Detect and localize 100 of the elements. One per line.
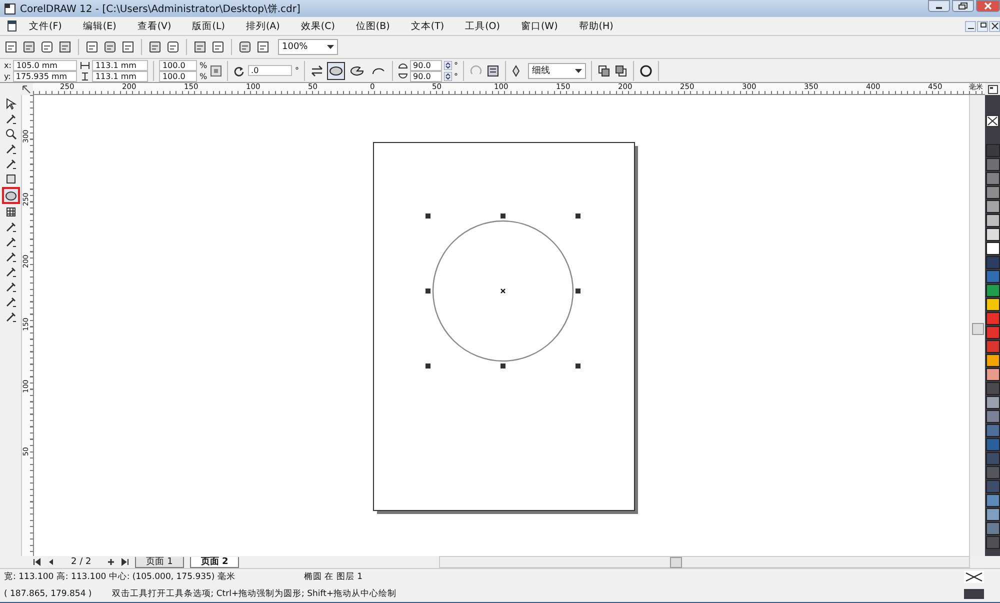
close-button[interactable] <box>989 20 1000 32</box>
color-swatch[interactable] <box>986 200 1000 213</box>
start-angle-icon <box>398 60 408 70</box>
no-outline-icon <box>964 571 984 584</box>
zoom-dropdown[interactable]: 100% <box>278 39 338 55</box>
color-swatch[interactable] <box>986 340 1000 353</box>
color-swatch[interactable] <box>986 326 1000 339</box>
close-icon <box>990 22 998 30</box>
menu-item[interactable]: 查看(V) <box>126 20 182 32</box>
color-swatch[interactable] <box>986 172 1000 185</box>
width-field[interactable]: 113.1 mm <box>92 60 148 70</box>
x-position-field[interactable]: 105.0 mm <box>13 60 78 70</box>
color-swatch[interactable] <box>986 242 1000 255</box>
caret-icon <box>327 45 334 49</box>
spinner-icon[interactable] <box>444 60 452 70</box>
menu-item[interactable]: 编辑(E) <box>72 20 126 32</box>
color-swatch[interactable] <box>986 466 1000 479</box>
end-angle-field[interactable]: 90.0 <box>410 70 442 82</box>
caret-icon <box>575 68 582 72</box>
color-swatch[interactable] <box>986 494 1000 507</box>
height-field[interactable]: 113.1 mm <box>92 70 148 82</box>
last-page-icon[interactable] <box>121 558 130 566</box>
menu-item[interactable]: 版面(L) <box>181 20 235 32</box>
degree-label: ° <box>454 60 458 70</box>
hint-text: 双击工具打开工具条选项; Ctrl+拖动强制为圆形; Shift+拖动从中心绘制 <box>112 588 397 600</box>
menu-item[interactable]: 文件(F) <box>18 20 72 32</box>
selection-handles[interactable] <box>426 214 580 368</box>
to-front-icon[interactable] <box>597 64 612 78</box>
menu-item[interactable]: 窗口(W) <box>510 20 568 32</box>
pie-icon <box>350 66 364 76</box>
color-swatch[interactable] <box>986 424 1000 437</box>
horizontal-scrollbar[interactable] <box>439 556 970 568</box>
color-swatch[interactable] <box>986 354 1000 367</box>
circle-shape[interactable] <box>432 220 574 362</box>
rotation-field[interactable]: .0 <box>248 65 292 76</box>
width-icon <box>80 60 90 70</box>
color-swatch[interactable] <box>986 480 1000 493</box>
menu-item[interactable]: 排列(A) <box>234 20 290 32</box>
menu-item[interactable]: 工具(O) <box>454 20 510 32</box>
previous-page-icon[interactable] <box>47 558 55 566</box>
color-swatch[interactable] <box>986 228 1000 241</box>
cursor-position-text: ( 187.865, 179.854 ) <box>4 588 92 599</box>
restore-button[interactable] <box>977 20 988 32</box>
wrap-icon[interactable] <box>486 64 500 78</box>
menu-item[interactable]: 位图(B) <box>344 20 400 32</box>
page-tab[interactable]: 页面 2 <box>190 556 240 568</box>
minimize-button[interactable] <box>965 20 976 32</box>
lock-ratio-icon[interactable] <box>210 64 222 76</box>
color-swatch[interactable] <box>986 396 1000 409</box>
page-tab[interactable]: 页面 1 <box>135 556 184 568</box>
end-angle-icon <box>398 72 408 80</box>
color-swatch[interactable] <box>986 410 1000 423</box>
color-swatch[interactable] <box>986 214 1000 227</box>
magnifier-icon <box>4 128 16 140</box>
ellipse-mode-button[interactable] <box>327 62 346 80</box>
scale-y-field[interactable]: 100.0 <box>159 70 198 82</box>
color-swatch[interactable] <box>986 298 1000 311</box>
vertical-scrollbar[interactable] <box>969 95 985 556</box>
restore-button[interactable] <box>952 0 974 12</box>
convert-to-curves-icon[interactable] <box>639 64 654 78</box>
color-swatch[interactable] <box>986 452 1000 465</box>
menu-item[interactable]: 文本(T) <box>400 20 454 32</box>
scroll-thumb[interactable] <box>670 557 682 568</box>
color-swatch[interactable] <box>986 186 1000 199</box>
palette-options-icon[interactable] <box>985 83 1000 95</box>
color-swatch[interactable] <box>986 256 1000 269</box>
y-position-field[interactable]: 175.935 mm <box>12 70 77 82</box>
color-swatch[interactable] <box>986 312 1000 325</box>
color-swatch[interactable] <box>986 508 1000 521</box>
add-page-icon[interactable] <box>107 558 116 566</box>
menu-item[interactable]: 效果(C) <box>290 20 345 32</box>
first-page-icon[interactable] <box>33 558 41 566</box>
start-angle-field[interactable]: 90.0 <box>410 60 442 70</box>
color-swatch[interactable] <box>986 144 1000 157</box>
color-swatch[interactable] <box>986 522 1000 535</box>
color-swatch[interactable] <box>986 270 1000 283</box>
minimize-button[interactable] <box>928 0 950 12</box>
color-swatch[interactable] <box>986 368 1000 381</box>
color-swatch[interactable] <box>986 382 1000 395</box>
color-swatch[interactable] <box>986 284 1000 297</box>
grid-icon <box>4 206 16 218</box>
ellipse-tool-button[interactable] <box>2 187 20 204</box>
no-color-swatch[interactable] <box>986 115 999 127</box>
color-swatch[interactable] <box>986 536 1000 549</box>
spinner-icon[interactable] <box>444 72 452 80</box>
menu-item[interactable]: 帮助(H) <box>568 20 624 32</box>
object-info-text: 椭圆 在 图层 1 <box>304 571 363 584</box>
outline-width-dropdown[interactable]: 细线 <box>528 62 586 78</box>
mirror-icon[interactable] <box>310 64 324 78</box>
ellipse-icon <box>329 66 344 76</box>
scroll-thumb[interactable] <box>972 323 984 335</box>
rectangle-icon <box>4 173 16 185</box>
size-info-text: 宽: 113.100 高: 113.100 中心: (105.000, 175.935) 毫米 <box>4 571 236 584</box>
color-swatch[interactable] <box>986 158 1000 171</box>
scale-x-field[interactable]: 100.0 <box>159 60 198 70</box>
color-swatch[interactable] <box>986 438 1000 451</box>
to-back-icon[interactable] <box>614 64 628 78</box>
percent-label: % <box>199 60 208 70</box>
page-counter: 2 / 2 <box>71 557 92 567</box>
new-document-icon[interactable] <box>4 40 18 54</box>
